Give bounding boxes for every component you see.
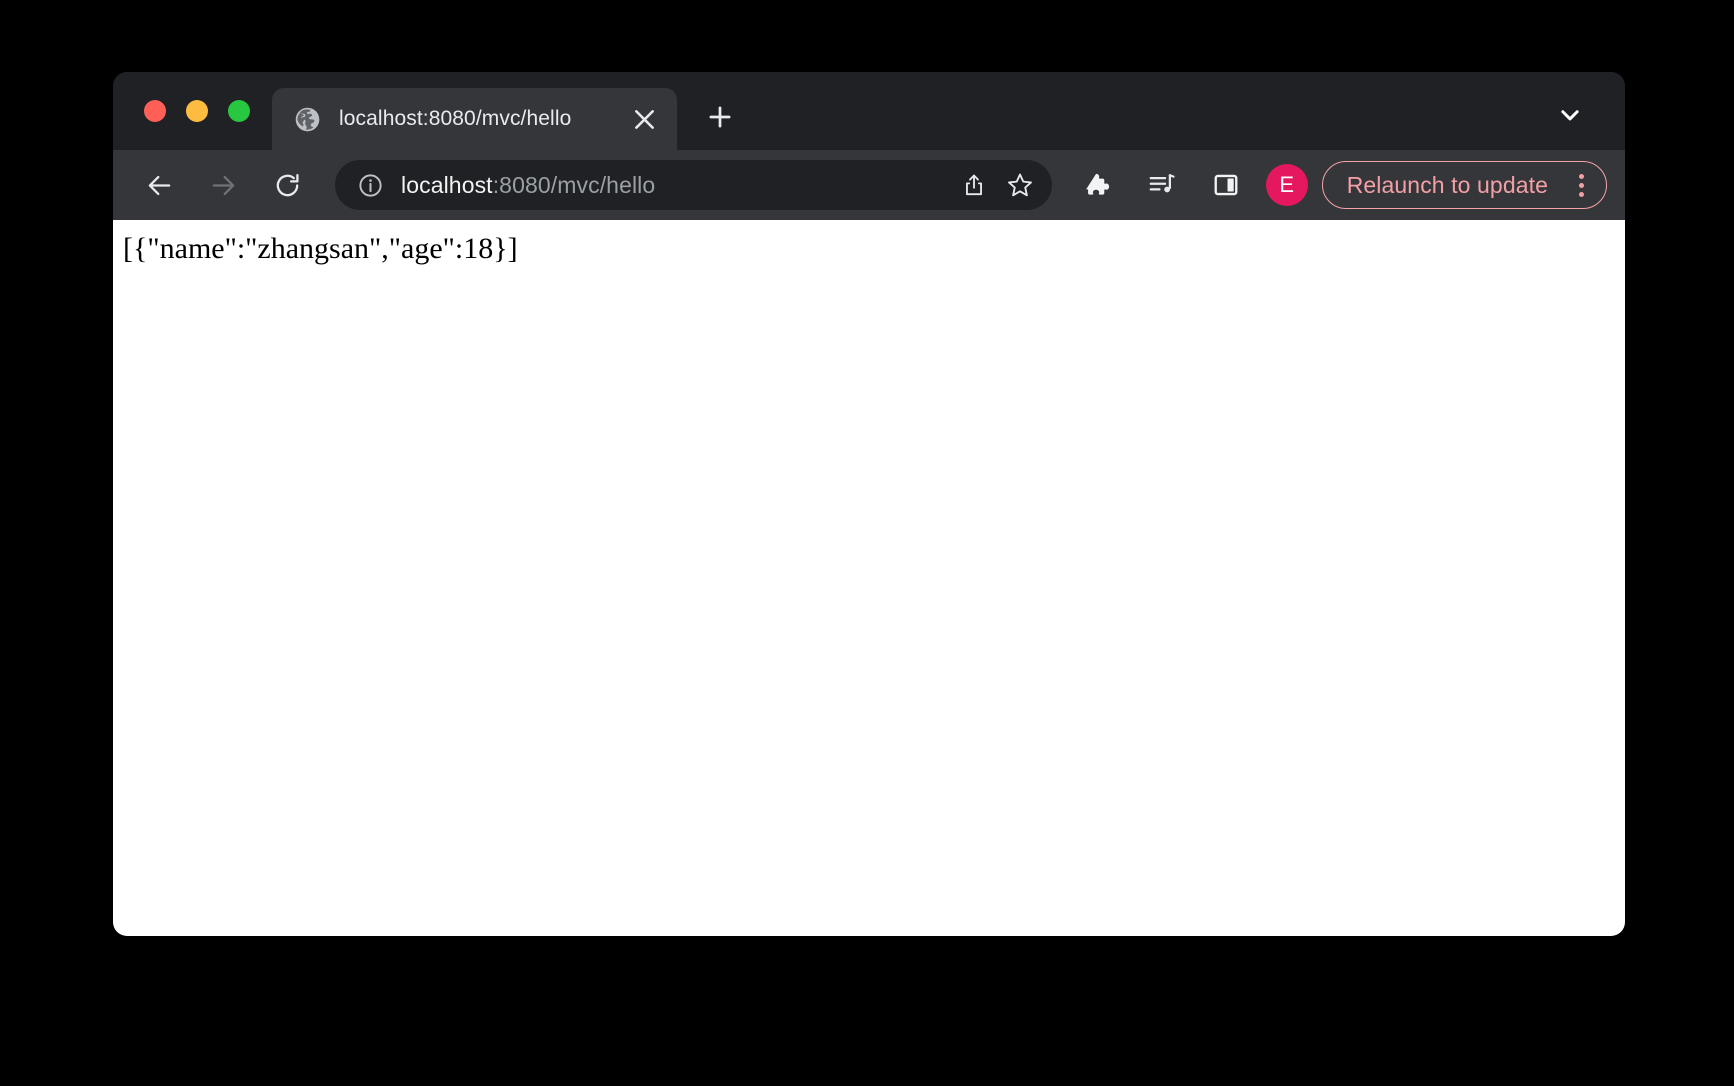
- star-icon[interactable]: [998, 163, 1042, 207]
- media-playlist-icon[interactable]: [1138, 161, 1186, 209]
- page-viewport[interactable]: [{"name":"zhangsan","age":18}]: [113, 220, 1625, 936]
- menu-dot: [1578, 182, 1584, 188]
- tab-strip: localhost:8080/mvc/hello: [113, 72, 1625, 150]
- avatar-initial: E: [1279, 172, 1295, 197]
- browser-window: localhost:8080/mvc/hello localhost:8080/…: [113, 72, 1625, 936]
- globe-icon: [294, 106, 321, 133]
- arrow-left-icon[interactable]: [133, 159, 185, 211]
- close-window-button[interactable]: [144, 100, 166, 122]
- side-panel-icon[interactable]: [1202, 161, 1250, 209]
- arrow-right-icon[interactable]: [197, 159, 249, 211]
- address-bar[interactable]: localhost:8080/mvc/hello: [335, 160, 1052, 210]
- minimize-window-button[interactable]: [186, 100, 208, 122]
- address-bar-host: localhost: [401, 171, 493, 198]
- tab-localhost[interactable]: localhost:8080/mvc/hello: [272, 88, 677, 150]
- reload-icon[interactable]: [261, 159, 313, 211]
- info-circle-icon[interactable]: [353, 168, 387, 202]
- menu-dot: [1578, 191, 1584, 197]
- page-body-text: [{"name":"zhangsan","age":18}]: [123, 232, 518, 265]
- share-icon[interactable]: [952, 163, 996, 207]
- three-dot-menu-icon[interactable]: [1560, 164, 1602, 206]
- chevron-down-icon[interactable]: [1543, 88, 1597, 142]
- relaunch-to-update-button[interactable]: Relaunch to update: [1321, 161, 1607, 209]
- window-controls: [113, 72, 272, 150]
- close-icon[interactable]: [625, 100, 663, 138]
- tab-title: localhost:8080/mvc/hello: [339, 107, 572, 130]
- desktop-background: localhost:8080/mvc/hello localhost:8080/…: [0, 0, 1734, 1086]
- puzzle-piece-icon[interactable]: [1074, 161, 1122, 209]
- relaunch-to-update-label: Relaunch to update: [1346, 171, 1548, 198]
- address-bar-path: :8080/mvc/hello: [492, 171, 656, 198]
- menu-dot: [1578, 173, 1584, 179]
- browser-toolbar: localhost:8080/mvc/hello E Relaunch to u…: [113, 150, 1625, 220]
- address-bar-url[interactable]: localhost:8080/mvc/hello: [401, 172, 950, 199]
- new-tab-button[interactable]: [693, 90, 747, 144]
- avatar[interactable]: E: [1265, 164, 1308, 206]
- maximize-window-button[interactable]: [228, 100, 250, 122]
